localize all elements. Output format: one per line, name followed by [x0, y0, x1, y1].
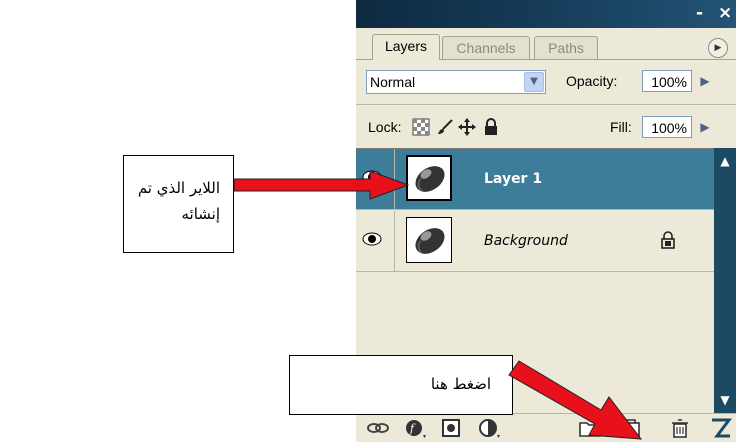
- tab-paths[interactable]: Paths: [534, 36, 598, 59]
- column-divider: [394, 211, 395, 271]
- fill-label: Fill:: [610, 119, 632, 135]
- lock-label: Lock:: [368, 119, 402, 135]
- lock-move-icon[interactable]: [458, 118, 476, 136]
- palette-titlebar: - ×: [356, 0, 736, 28]
- blend-mode-select[interactable]: Normal ▼: [366, 70, 546, 94]
- fill-slider-arrow-icon[interactable]: ▶: [696, 116, 714, 138]
- layer-callout-text: اللاير الذي تم: [137, 179, 220, 197]
- opacity-field[interactable]: 100%: [642, 70, 692, 92]
- chevron-down-icon[interactable]: ▼: [524, 72, 544, 92]
- tab-layers[interactable]: Layers: [372, 34, 440, 60]
- close-button[interactable]: ×: [718, 2, 732, 24]
- trash-icon[interactable]: [668, 417, 692, 439]
- layer-thumbnail[interactable]: [406, 155, 452, 201]
- layer-callout-box: اللاير الذي تم إنشائه: [123, 155, 234, 253]
- button-callout-text: اضغط هنا: [430, 375, 491, 393]
- scroll-down-icon[interactable]: ▼: [716, 391, 734, 409]
- fill-field[interactable]: 100%: [642, 116, 692, 138]
- divider: [356, 104, 736, 105]
- layer-style-icon[interactable]: f: [404, 417, 428, 439]
- layer-mask-icon[interactable]: [440, 417, 464, 439]
- lock-row: Lock: Fill: 100% ▶: [356, 106, 736, 146]
- layer-callout-arrow: [234, 170, 410, 200]
- layer-callout-text: إنشائه: [181, 205, 220, 223]
- layers-scrollbar[interactable]: ▲ ▼: [714, 148, 736, 413]
- scroll-up-icon[interactable]: ▲: [716, 152, 734, 170]
- link-layers-icon[interactable]: [366, 417, 390, 439]
- layer-thumbnail[interactable]: [406, 217, 452, 263]
- button-callout-box: اضغط هنا: [289, 355, 513, 415]
- lock-transparent-icon[interactable]: [412, 118, 430, 136]
- palette-tabs: Layers Channels Paths ▶: [356, 28, 736, 62]
- opacity-slider-arrow-icon[interactable]: ▶: [696, 70, 714, 92]
- lock-all-icon[interactable]: [482, 118, 500, 136]
- tab-channels[interactable]: Channels: [442, 36, 530, 59]
- mouse-image-icon: [415, 228, 445, 254]
- eye-icon[interactable]: [362, 231, 382, 247]
- adjustment-layer-icon[interactable]: [478, 417, 502, 439]
- layer-name[interactable]: Background: [484, 211, 568, 271]
- blend-mode-value: Normal: [370, 74, 416, 90]
- lock-icon: [661, 231, 675, 249]
- button-callout-arrow: [508, 360, 643, 440]
- layer-name[interactable]: Layer 1: [484, 149, 542, 209]
- palette-menu-icon[interactable]: ▶: [708, 38, 728, 58]
- blend-row: Normal ▼ Opacity: 100% ▶: [356, 62, 736, 98]
- mouse-image-icon: [415, 166, 445, 192]
- layer-row-background[interactable]: Background: [356, 211, 714, 272]
- minimize-button[interactable]: -: [696, 2, 703, 24]
- resize-grip-icon[interactable]: [708, 417, 734, 439]
- lock-brush-icon[interactable]: [436, 118, 454, 136]
- opacity-label: Opacity:: [566, 73, 618, 89]
